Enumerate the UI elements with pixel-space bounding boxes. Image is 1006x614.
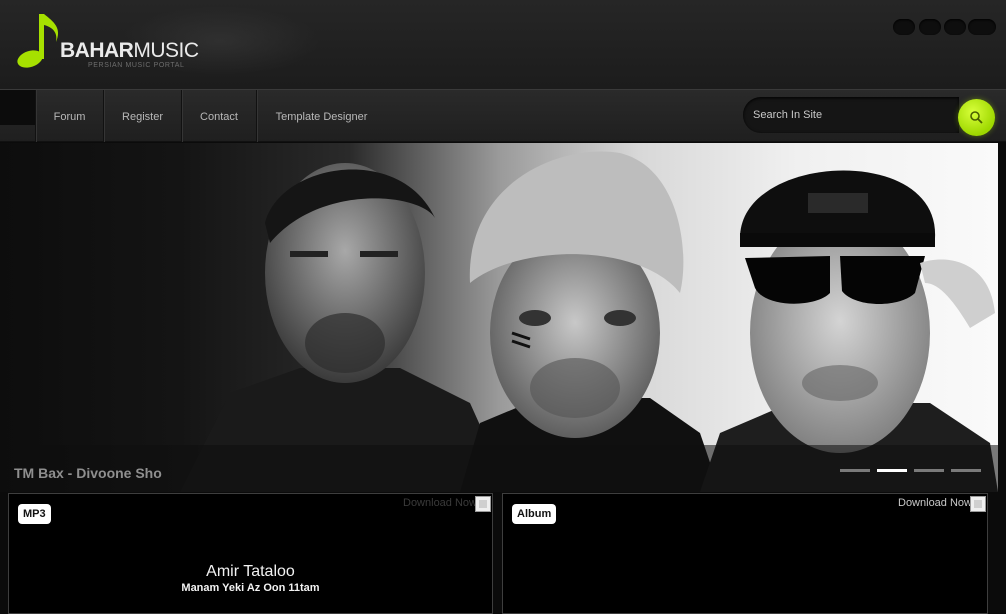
search-icon xyxy=(970,111,983,124)
logo-tagline: PERSIAN MUSIC PORTAL xyxy=(88,62,185,69)
nav-item-register[interactable]: Register xyxy=(103,90,181,142)
broken-image-icon xyxy=(475,496,491,512)
slide-caption[interactable]: TM Bax - Divoone Sho xyxy=(14,465,162,481)
nav-item-forum[interactable]: Forum xyxy=(35,90,103,142)
social-icon-1[interactable] xyxy=(893,19,915,35)
site-logo[interactable]: BAHARMUSIC PERSIAN MUSIC PORTAL xyxy=(16,12,199,72)
nav-item-contact[interactable]: Contact xyxy=(181,90,256,142)
social-icon-3[interactable] xyxy=(944,19,966,35)
nav-item-template-designer[interactable]: Template Designer xyxy=(256,90,386,142)
home-nav-button[interactable] xyxy=(0,90,35,125)
mp3-card[interactable]: MP3 Download Now Amir Tataloo Manam Yeki… xyxy=(8,493,493,614)
header: BAHARMUSIC PERSIAN MUSIC PORTAL xyxy=(0,0,1006,89)
music-note-icon xyxy=(17,14,59,68)
song-title[interactable]: Manam Yeki Az Oon 11tam xyxy=(9,582,492,594)
slider-dot-1[interactable] xyxy=(840,469,870,472)
logo-wordmark: BAHARMUSIC xyxy=(60,39,199,62)
featured-slider[interactable]: TM Bax - Divoone Sho xyxy=(0,143,998,492)
album-card[interactable]: Album Download Now xyxy=(502,493,988,614)
broken-image-icon xyxy=(970,496,986,512)
download-now-link[interactable]: Download Now xyxy=(898,497,972,509)
download-now-link[interactable]: Download Now xyxy=(403,497,477,509)
slider-dot-4[interactable] xyxy=(951,469,981,472)
search-button[interactable] xyxy=(958,99,995,136)
page: BAHARMUSIC PERSIAN MUSIC PORTAL Forum Re… xyxy=(0,0,1006,614)
social-icon-4[interactable] xyxy=(968,19,996,35)
search-input[interactable] xyxy=(753,106,943,124)
slide-image xyxy=(180,151,998,492)
artist-name[interactable]: Amir Tataloo xyxy=(9,563,492,581)
social-icon-2[interactable] xyxy=(919,19,941,35)
album-badge: Album xyxy=(512,504,557,524)
slider-dot-2[interactable] xyxy=(877,469,907,472)
main-nav: Forum Register Contact Template Designer xyxy=(0,89,1006,142)
mp3-badge: MP3 xyxy=(18,504,51,524)
slider-dot-3[interactable] xyxy=(914,469,944,472)
search-box xyxy=(743,97,959,133)
